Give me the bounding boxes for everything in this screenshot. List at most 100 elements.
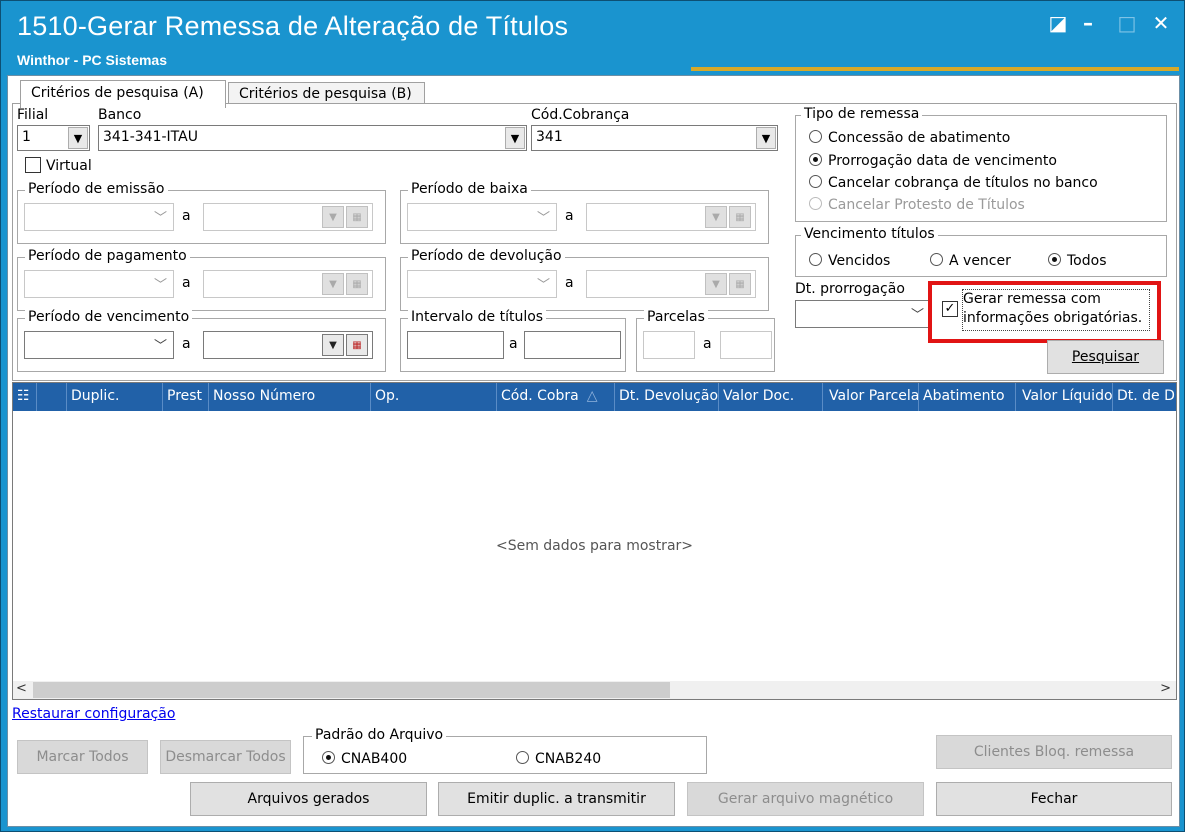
padrao-arquivo-group: Padrão do Arquivo CNAB400 CNAB240 [303, 727, 707, 774]
periodo-vencimento-group: Período de vencimento ﹀ a ▼ ▦ [17, 309, 386, 372]
col-prest[interactable]: Prest [163, 383, 209, 411]
tab-criterios-a[interactable]: Critérios de pesquisa (A) [20, 80, 226, 108]
gerar-remessa-checkbox[interactable]: ✓ [942, 301, 958, 317]
vencimento-end-date[interactable]: ▼ ▦ [203, 331, 373, 359]
radio-todos[interactable]: Todos [1048, 253, 1106, 269]
scroll-right-icon[interactable]: > [1160, 681, 1171, 696]
pagamento-start-date[interactable]: ﹀ [24, 270, 174, 298]
desmarcar-todos-button[interactable]: Desmarcar Todos [160, 740, 291, 774]
cod-cobranca-select[interactable]: 341 ▼ [531, 125, 778, 151]
periodo-pagamento-group: Período de pagamento ﹀ a ▼ ▦ [17, 248, 386, 311]
col-cod-cobra-label: Cód. Cobra [501, 388, 579, 404]
between-label: a [182, 275, 191, 291]
radio-concessao-abatimento[interactable]: Concessão de abatimento [809, 130, 1010, 146]
dropdown-arrow-icon[interactable]: ▼ [705, 273, 727, 295]
chevron-down-icon[interactable]: ▼ [756, 127, 776, 149]
pagamento-end-date[interactable]: ▼ ▦ [203, 270, 373, 298]
chevron-down-icon: ﹀ [153, 339, 167, 354]
periodo-emissao-group: Período de emissão ﹀ a ▼ ▦ [17, 181, 386, 244]
calendar-icon[interactable]: ▦ [346, 206, 368, 228]
devolucao-end-date[interactable]: ▼ ▦ [586, 270, 756, 298]
radio-cancelar-cobranca[interactable]: Cancelar cobrança de títulos no banco [809, 175, 1098, 191]
dropdown-arrow-icon[interactable]: ▼ [322, 334, 344, 356]
baixa-end-date[interactable]: ▼ ▦ [586, 203, 756, 231]
between-label: a [565, 275, 574, 291]
col-cod-cobra[interactable]: Cód. Cobra △ [497, 383, 615, 411]
radio-cnab400[interactable]: CNAB400 [322, 751, 407, 767]
col-duplic[interactable]: Duplic. [67, 383, 163, 411]
emissao-start-date[interactable]: ﹀ [24, 203, 174, 231]
filial-label: Filial [17, 107, 49, 123]
virtual-checkbox[interactable] [25, 157, 41, 173]
col-valor-doc[interactable]: Valor Doc. [719, 383, 823, 411]
marcar-todos-button[interactable]: Marcar Todos [17, 740, 148, 774]
tab-criterios-b[interactable]: Critérios de pesquisa (B) [228, 82, 425, 105]
restaurar-configuracao-link[interactable]: Restaurar configuração [12, 706, 175, 722]
radio-vencidos[interactable]: Vencidos [809, 253, 890, 269]
emitir-duplic-button[interactable]: Emitir duplic. a transmitir [438, 782, 675, 816]
dropdown-arrow-icon[interactable]: ▼ [322, 206, 344, 228]
between-label: a [509, 336, 518, 352]
horizontal-scrollbar[interactable]: < > [13, 681, 1176, 699]
radio-icon [322, 751, 335, 764]
col-abatimento[interactable]: Abatimento [919, 383, 1016, 411]
column-menu-icon[interactable]: ☷ [13, 383, 37, 411]
results-grid[interactable]: ☷ Duplic. Prest Nosso Número Op. Cód. Co… [12, 382, 1177, 700]
dropdown-arrow-icon[interactable]: ▼ [322, 273, 344, 295]
minimize-icon[interactable]: – [1073, 11, 1103, 35]
calendar-icon[interactable]: ▦ [729, 273, 751, 295]
col-dt-de-d[interactable]: Dt. de D [1113, 383, 1176, 411]
baixa-start-date[interactable]: ﹀ [407, 203, 557, 231]
chevron-down-icon[interactable]: ▼ [505, 127, 525, 149]
col-valor-parcela[interactable]: Valor Parcela [823, 383, 919, 411]
virtual-label: Virtual [46, 158, 92, 174]
padrao-arquivo-label: Padrão do Arquivo [312, 727, 447, 743]
parcela-final-input[interactable] [720, 331, 772, 359]
emissao-end-date[interactable]: ▼ ▦ [203, 203, 373, 231]
periodo-devolucao-label: Período de devolução [408, 248, 565, 264]
periodo-devolucao-group: Período de devolução ﹀ a ▼ ▦ [400, 248, 769, 311]
window-subtitle: Winthor - PC Sistemas [17, 52, 168, 68]
pesquisar-button[interactable]: Pesquisar [1047, 340, 1164, 374]
radio-cnab240[interactable]: CNAB240 [516, 751, 601, 767]
radio-prorrogacao-vencimento[interactable]: Prorrogação data de vencimento [809, 153, 1057, 169]
radio-icon [516, 751, 529, 764]
chevron-down-icon[interactable]: ▼ [68, 127, 88, 149]
titulo-final-input[interactable] [524, 331, 621, 359]
scroll-thumb[interactable] [33, 682, 670, 698]
radio-icon [809, 197, 822, 210]
titulo-inicial-input[interactable] [407, 331, 504, 359]
calendar-icon[interactable]: ▦ [729, 206, 751, 228]
maximize-icon[interactable]: □ [1112, 11, 1142, 35]
banco-select[interactable]: 341-341-ITAU ▼ [98, 125, 527, 151]
vencimento-start-date[interactable]: ﹀ [24, 331, 174, 359]
calendar-icon[interactable]: ▦ [346, 334, 368, 356]
between-label: a [565, 208, 574, 224]
clientes-bloq-remessa-button[interactable]: Clientes Bloq. remessa [936, 735, 1172, 769]
devolucao-start-date[interactable]: ﹀ [407, 270, 557, 298]
parcela-inicial-input[interactable] [643, 331, 695, 359]
chevron-down-icon: ﹀ [153, 278, 167, 293]
col-op[interactable]: Op. [371, 383, 497, 411]
close-icon[interactable]: ✕ [1146, 11, 1176, 35]
filial-select[interactable]: 1 ▼ [17, 125, 90, 151]
restore-icon[interactable]: ◪ [1043, 11, 1073, 35]
dt-prorrogacao-date[interactable]: ﹀ [795, 300, 931, 328]
option-label: Cancelar cobrança de títulos no banco [828, 175, 1098, 191]
radio-a-vencer[interactable]: A vencer [930, 253, 1011, 269]
banco-value: 341-341-ITAU [103, 129, 198, 145]
gerar-remessa-line2: informações obrigatórias. [963, 310, 1143, 326]
col-dt-devolucao[interactable]: Dt. Devolução [615, 383, 719, 411]
arquivos-gerados-button[interactable]: Arquivos gerados [190, 782, 427, 816]
option-label: Prorrogação data de vencimento [828, 153, 1057, 169]
option-label: Todos [1067, 253, 1107, 269]
radio-cancelar-protesto: Cancelar Protesto de Títulos [809, 197, 1025, 213]
intervalo-titulos-label: Intervalo de títulos [408, 309, 547, 325]
col-valor-liquido[interactable]: Valor Líquido [1016, 383, 1113, 411]
gerar-arquivo-magnetico-button[interactable]: Gerar arquivo magnético [687, 782, 924, 816]
dropdown-arrow-icon[interactable]: ▼ [705, 206, 727, 228]
fechar-button[interactable]: Fechar [936, 782, 1172, 816]
calendar-icon[interactable]: ▦ [346, 273, 368, 295]
col-nosso-numero[interactable]: Nosso Número [209, 383, 371, 411]
scroll-left-icon[interactable]: < [16, 681, 27, 696]
